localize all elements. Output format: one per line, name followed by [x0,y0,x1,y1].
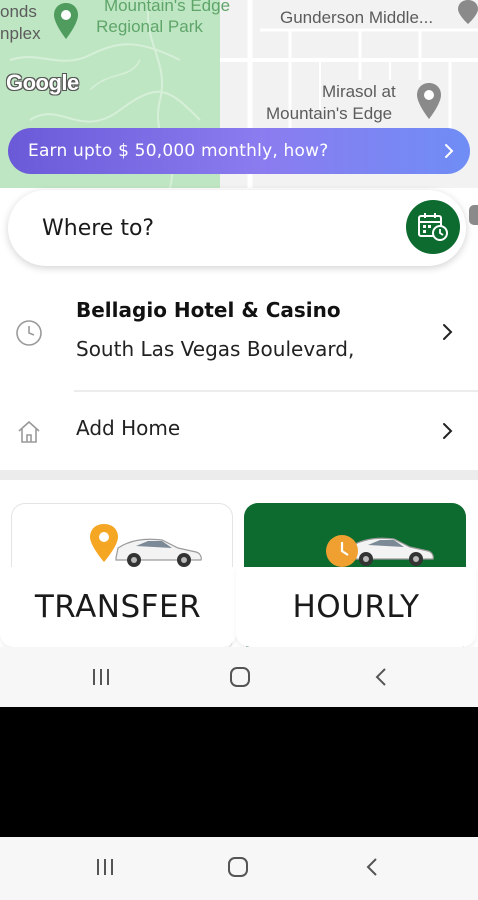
home-circle-icon [228,857,248,877]
blank-screen-area [0,707,478,837]
map-label-poi-bottom: Mountain's Edge [266,104,393,123]
google-logo: Google [6,70,79,95]
earn-promo-banner[interactable]: Earn upto $ 50,000 monthly, how? [8,128,470,174]
map-label-complex-top: onds [0,2,37,21]
back-icon [375,668,386,686]
recent-destination-title: Bellagio Hotel & Casino [76,298,341,322]
map-label-complex-bottom: nplex [0,24,41,43]
chevron-right-icon [443,423,453,439]
schedule-ride-button[interactable] [406,200,460,254]
poi-pin-icon[interactable] [416,82,442,120]
system-nav-bar [0,647,478,707]
add-home-label: Add Home [76,416,181,440]
clock-icon [16,320,42,346]
map-label-park-bottom: Regional Park [96,17,203,36]
recent-apps-icon [97,859,113,875]
where-to-search[interactable]: Where to? [8,190,466,266]
section-separator [0,470,478,480]
chevron-right-icon [443,324,453,340]
home-circle-icon [230,667,250,687]
car-clock-icon [326,535,434,567]
hourly-label[interactable]: HOURLY [236,567,476,647]
promo-text: Earn upto $ 50,000 monthly, how? [28,141,329,161]
home-nav-button[interactable] [198,837,278,897]
recent-destination-address: South Las Vegas Boulevard, [76,337,355,361]
search-prompt: Where to? [42,215,155,241]
recent-destination-row[interactable]: Bellagio Hotel & Casino South Las Vegas … [0,285,478,385]
system-nav-bar-bottom [0,837,478,900]
recent-apps-button[interactable] [65,837,145,897]
car-location-pin-icon [90,524,202,567]
list-divider [74,390,478,392]
back-icon [366,858,377,876]
recent-apps-button[interactable] [61,647,141,707]
home-icon [18,420,40,443]
side-handle [469,205,478,225]
map-label-park-top: Mountain's Edge [103,0,231,15]
map-label-school: Gunderson Middle... [280,8,434,27]
transfer-label[interactable]: TRANSFER [0,567,236,647]
back-nav-button[interactable] [341,647,421,707]
school-pin-icon[interactable] [458,0,478,24]
add-home-row[interactable]: Add Home [0,395,478,465]
map-label-poi-top: Mirasol at [322,82,396,101]
back-nav-button[interactable] [332,837,412,897]
map-pin-icon[interactable] [53,2,79,40]
recent-apps-icon [93,669,109,685]
home-nav-button[interactable] [200,647,280,707]
chevron-right-icon [445,144,454,158]
calendar-clock-icon [418,213,448,241]
